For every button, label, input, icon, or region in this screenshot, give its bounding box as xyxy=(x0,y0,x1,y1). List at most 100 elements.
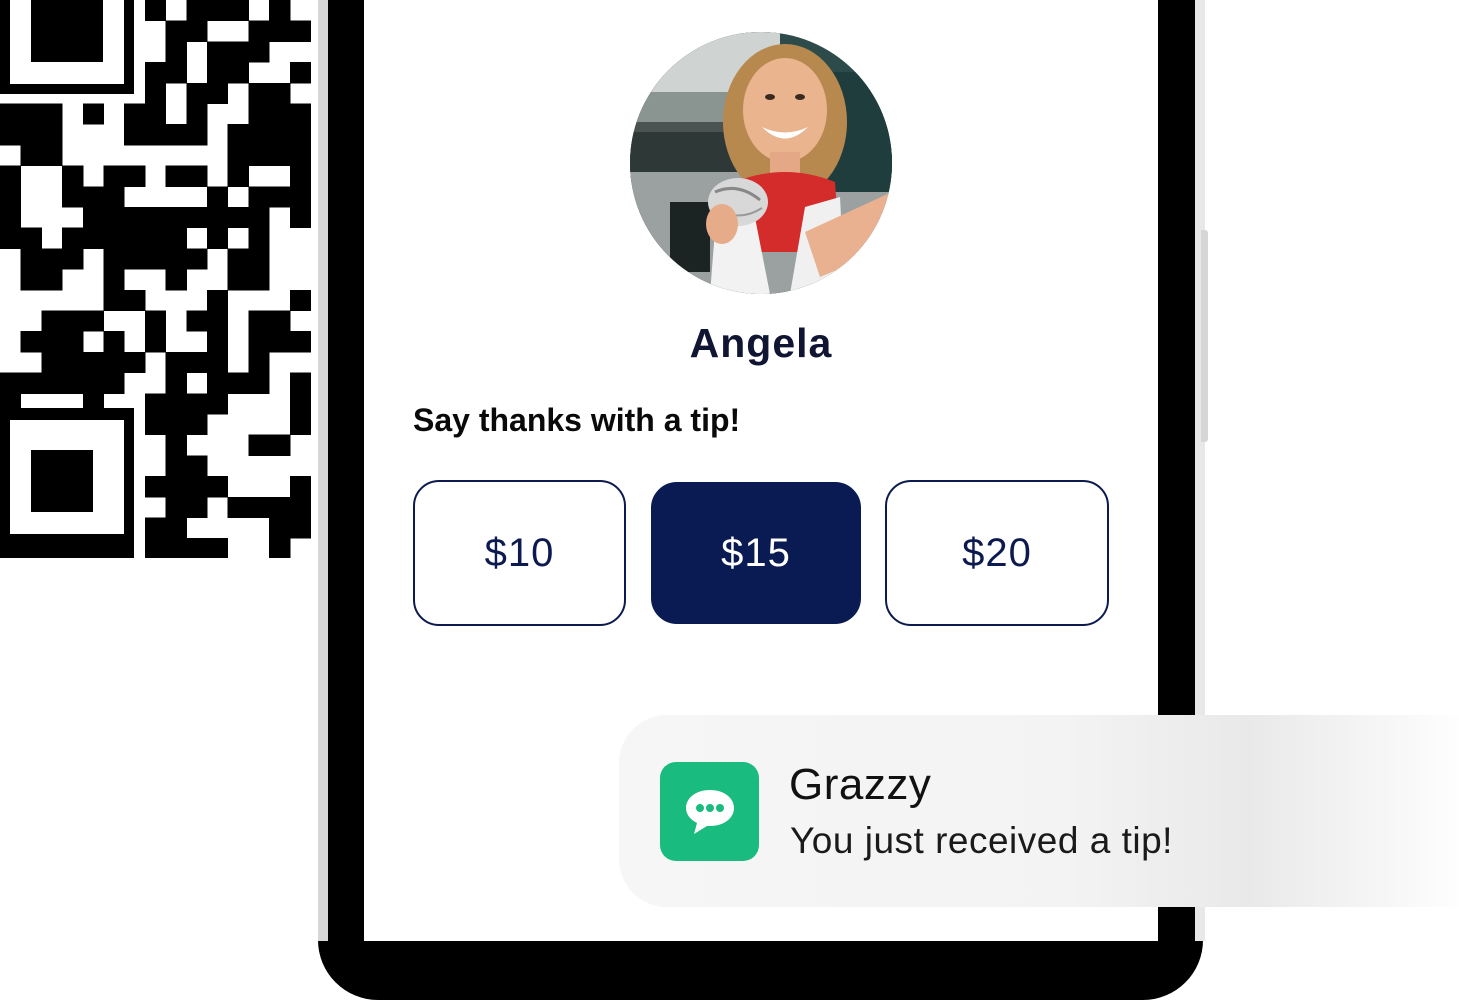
qr-module xyxy=(207,62,229,84)
qr-module xyxy=(227,0,249,22)
qr-module xyxy=(269,331,291,353)
qr-module xyxy=(62,227,84,249)
qr-module xyxy=(165,434,187,456)
qr-module xyxy=(165,165,187,187)
tip-prompt: Say thanks with a tip! xyxy=(413,402,741,438)
qr-module xyxy=(289,289,311,311)
qr-module xyxy=(165,351,187,374)
qr-module xyxy=(20,331,42,353)
qr-module xyxy=(165,41,187,63)
qr-module xyxy=(248,351,270,374)
app-icon xyxy=(660,762,759,861)
qr-module xyxy=(144,310,167,332)
qr-module xyxy=(207,331,229,353)
qr-module xyxy=(289,103,311,125)
qr-module xyxy=(186,20,208,42)
qr-module xyxy=(269,517,291,539)
qr-module xyxy=(144,517,167,539)
qr-module xyxy=(207,372,229,394)
qr-module xyxy=(41,144,63,167)
qr-module xyxy=(186,310,208,332)
qr-module xyxy=(248,124,270,146)
qr-module xyxy=(186,455,208,477)
qr-module xyxy=(289,414,311,436)
qr-module xyxy=(144,538,167,558)
tip-option-15-button[interactable]: $15 xyxy=(651,482,861,624)
notification-message: You just received a tip! xyxy=(790,820,1173,861)
qr-module xyxy=(103,248,125,270)
qr-module xyxy=(165,372,187,394)
qr-module xyxy=(248,20,270,42)
tip-option-10-button[interactable]: $10 xyxy=(413,480,626,626)
qr-module xyxy=(103,269,125,291)
qr-module xyxy=(248,227,270,249)
qr-module xyxy=(269,20,291,42)
profile-photo xyxy=(630,32,892,294)
qr-module xyxy=(103,207,125,229)
qr-module xyxy=(207,476,229,498)
qr-module xyxy=(124,289,146,311)
qr-module xyxy=(248,372,270,394)
qr-module xyxy=(41,331,63,353)
qr-module xyxy=(165,455,187,477)
qr-module xyxy=(269,124,291,146)
qr-module xyxy=(269,310,291,332)
qr-module xyxy=(227,496,249,518)
avatar xyxy=(630,32,892,294)
qr-module xyxy=(103,351,125,374)
qr-module xyxy=(165,496,187,518)
qr-module xyxy=(289,517,311,539)
qr-module xyxy=(41,124,63,146)
qr-module xyxy=(41,351,63,374)
qr-module xyxy=(62,165,84,187)
qr-module xyxy=(144,393,167,415)
qr-module xyxy=(165,393,187,415)
qr-module xyxy=(289,186,311,208)
qr-module xyxy=(207,41,229,63)
qr-module xyxy=(165,269,187,291)
qr-module xyxy=(103,289,125,311)
qr-module xyxy=(186,496,208,518)
qr-module xyxy=(165,538,187,558)
qr-module xyxy=(103,165,125,187)
qr-module xyxy=(186,82,208,104)
qr-module xyxy=(124,165,146,187)
qr-module xyxy=(269,496,291,518)
qr-module xyxy=(227,62,249,84)
qr-module xyxy=(124,207,146,229)
qr-module xyxy=(227,124,249,146)
qr-module xyxy=(186,165,208,187)
qr-module xyxy=(186,248,208,270)
qr-module xyxy=(289,165,311,187)
tip-option-20-button[interactable]: $20 xyxy=(885,480,1109,626)
qr-module xyxy=(0,186,22,208)
qr-module xyxy=(207,0,229,22)
qr-module xyxy=(289,207,311,229)
qr-module xyxy=(124,124,146,146)
qr-module xyxy=(289,372,311,394)
qr-module xyxy=(82,310,104,332)
qr-module xyxy=(82,372,104,394)
qr-module xyxy=(41,103,63,125)
qr-module xyxy=(248,248,270,270)
qr-module xyxy=(41,372,63,394)
qr-module xyxy=(0,207,22,229)
qr-module xyxy=(82,227,104,249)
qr-module xyxy=(144,414,167,436)
qr-module xyxy=(289,20,311,42)
push-notification[interactable]: Grazzy You just received a tip! xyxy=(619,715,1459,907)
qr-module xyxy=(20,248,42,270)
qr-module xyxy=(0,103,22,125)
qr-module xyxy=(269,538,291,558)
qr-module xyxy=(207,393,229,415)
phone-edge xyxy=(318,0,328,941)
qr-module xyxy=(0,372,22,394)
qr-module xyxy=(144,82,167,104)
qr-module xyxy=(207,538,229,558)
qr-module xyxy=(186,207,208,229)
qr-module xyxy=(124,351,146,374)
qr-module xyxy=(165,227,187,249)
qr-module xyxy=(269,82,291,104)
qr-module xyxy=(124,103,146,125)
profile-name: Angela xyxy=(689,320,833,366)
